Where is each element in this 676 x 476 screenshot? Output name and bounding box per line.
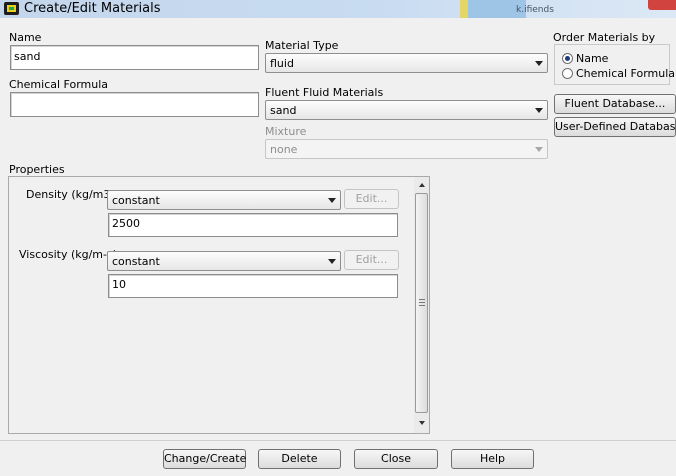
order-by-chemical-formula-label[interactable]: Chemical Formula [576, 67, 675, 80]
scroll-down-arrow-icon[interactable] [419, 421, 425, 425]
density-method-value: constant [112, 194, 160, 207]
name-label: Name [9, 31, 42, 44]
mixture-value: none [270, 143, 298, 156]
chemical-formula-label: Chemical Formula [9, 78, 109, 91]
properties-label: Properties [9, 163, 65, 176]
density-label: Density (kg/m3) [26, 188, 115, 201]
chevron-down-icon [535, 108, 543, 113]
viscosity-method-select[interactable]: constant [107, 251, 341, 271]
order-by-chemical-formula-radio[interactable] [562, 68, 573, 79]
app-icon [4, 2, 19, 15]
footer-separator [0, 440, 676, 441]
viscosity-label: Viscosity (kg/m-s) [19, 248, 118, 261]
chevron-down-icon [328, 198, 336, 203]
background-window-strip [460, 0, 468, 18]
mixture-label: Mixture [265, 125, 307, 138]
close-button[interactable]: Close [354, 449, 438, 469]
chevron-down-icon [535, 61, 543, 66]
close-window-icon[interactable] [648, 0, 676, 10]
name-input[interactable]: sand [10, 45, 259, 70]
order-by-name-radio[interactable] [562, 53, 573, 64]
viscosity-edit-button: Edit... [344, 250, 399, 270]
chemical-formula-input[interactable] [10, 92, 259, 117]
viscosity-value-input[interactable]: 10 [108, 274, 398, 298]
order-materials-by-label: Order Materials by [553, 31, 656, 44]
background-window-text: k.ifiends [516, 5, 554, 15]
scroll-up-arrow-icon[interactable] [419, 183, 425, 187]
material-type-select[interactable]: fluid [265, 53, 548, 73]
chevron-down-icon [535, 147, 543, 152]
delete-button[interactable]: Delete [258, 449, 341, 469]
density-edit-button: Edit... [344, 189, 399, 209]
mixture-select: none [265, 139, 548, 159]
fluent-fluid-materials-select[interactable]: sand [265, 100, 548, 120]
fluent-database-button[interactable]: Fluent Database... [554, 94, 676, 114]
density-method-select[interactable]: constant [107, 190, 341, 210]
fluent-fluid-materials-label: Fluent Fluid Materials [265, 86, 384, 99]
radio-selected-dot [565, 56, 570, 61]
order-by-name-label[interactable]: Name [576, 52, 608, 65]
density-value-input[interactable]: 2500 [108, 213, 398, 237]
user-defined-database-button[interactable]: User-Defined Database... [554, 117, 676, 137]
viscosity-method-value: constant [112, 255, 160, 268]
help-button[interactable]: Help [451, 449, 534, 469]
chevron-down-icon [328, 259, 336, 264]
window-title: Create/Edit Materials [24, 1, 161, 16]
material-type-value: fluid [270, 57, 294, 70]
change-create-button[interactable]: Change/Create [163, 449, 246, 469]
fluent-fluid-materials-value: sand [270, 104, 297, 117]
scrollbar-thumb[interactable] [415, 193, 428, 413]
background-window-fragment: k.ifiends [468, 0, 554, 18]
material-type-label: Material Type [265, 39, 339, 52]
